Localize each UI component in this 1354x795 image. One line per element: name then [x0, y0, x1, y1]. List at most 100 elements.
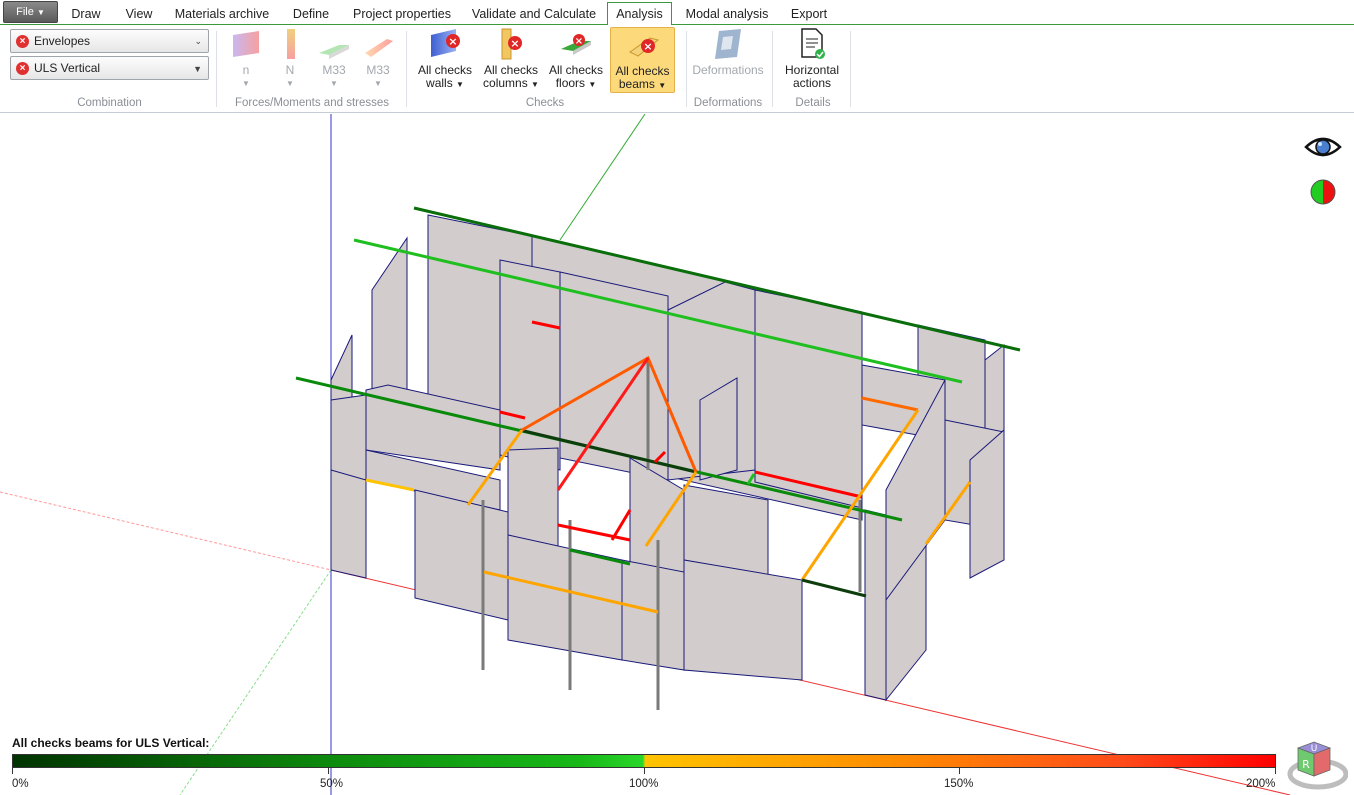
scale-tick [1275, 768, 1276, 774]
horizontal-actions-label-2: actions [792, 76, 832, 90]
horizontal-actions-button[interactable]: Horizontal actions [780, 27, 844, 93]
chevron-down-icon: ▼ [286, 79, 294, 88]
model-viewport[interactable] [0, 114, 1354, 795]
wall[interactable] [683, 559, 803, 681]
tab-export[interactable]: Export [785, 3, 833, 25]
eye-icon[interactable] [1304, 133, 1342, 161]
ribbon-separator [686, 31, 687, 107]
wall[interactable] [864, 509, 887, 701]
chevron-down-icon: ⌄ [194, 36, 202, 46]
beam[interactable] [610, 509, 632, 541]
column-check-icon: × [494, 27, 528, 61]
view-cube[interactable]: U R [1284, 738, 1349, 792]
floor-check-icon: × [559, 27, 593, 61]
moment-m33-stress-button[interactable]: M33 ▼ [358, 27, 398, 93]
floors-label-2: floors [555, 76, 586, 90]
legend-title: All checks beams for ULS Vertical: [12, 736, 210, 750]
cube-face-top: U [1311, 744, 1318, 754]
svg-text:×: × [643, 40, 652, 53]
ribbon-separator [850, 31, 851, 107]
chevron-down-icon: ▼ [330, 79, 338, 88]
chevron-down-icon: ▼ [658, 81, 667, 90]
ribbon: × Envelopes ⌄ × ULS Vertical ▼ Combinati… [0, 25, 1354, 113]
app-window: File ▼ Draw View Materials archive Defin… [0, 0, 1354, 795]
wall[interactable] [414, 489, 509, 621]
walls-group [330, 214, 1005, 702]
wall[interactable] [330, 469, 367, 579]
scale-tick [644, 768, 645, 774]
menu-tab-bar: File ▼ Draw View Materials archive Defin… [0, 0, 1354, 26]
scale-label-50: 50% [320, 778, 344, 790]
deformations-button[interactable]: Deformations [690, 27, 766, 93]
tab-validate-and-calculate[interactable]: Validate and Calculate [469, 3, 599, 25]
chevron-down-icon: ▼ [374, 79, 382, 88]
chevron-down-icon: ▼ [456, 80, 464, 89]
x-axis-negative [0, 491, 332, 571]
force-n-big-button[interactable]: N ▼ [274, 27, 306, 93]
beam-check-icon: × [626, 28, 660, 62]
deformations-button-label: Deformations [692, 63, 764, 77]
file-menu-label: File [16, 6, 34, 18]
svg-text:×: × [575, 36, 583, 47]
svg-text:×: × [510, 37, 519, 50]
wall[interactable] [683, 484, 769, 576]
model-3d-view[interactable] [0, 114, 1354, 795]
color-map-toggle-icon[interactable] [1310, 179, 1336, 205]
group-label-checks: Checks [525, 97, 565, 109]
scale-tick [959, 768, 960, 774]
scale-label-100: 100% [629, 778, 659, 790]
force-n-big-label: N [285, 63, 295, 77]
chevron-down-icon: ▼ [193, 64, 202, 74]
beam[interactable] [801, 578, 867, 598]
file-menu-button[interactable]: File ▼ [3, 1, 58, 23]
scale-label-150: 150% [944, 778, 974, 790]
force-n-small-label: n [242, 63, 250, 77]
ribbon-separator [772, 31, 773, 107]
tab-define[interactable]: Define [288, 3, 334, 25]
ratio-color-scale [12, 754, 1276, 768]
cube-face-front: R [1302, 758, 1310, 771]
tab-view[interactable]: View [120, 3, 158, 25]
load-combination-select[interactable]: × ULS Vertical ▼ [10, 56, 209, 80]
moment-green-icon [317, 27, 351, 61]
all-checks-beams-button[interactable]: × All checks beams ▼ [610, 27, 675, 93]
tab-modal-analysis[interactable]: Modal analysis [683, 3, 771, 25]
load-combination-value: ULS Vertical [34, 61, 101, 75]
all-checks-columns-button[interactable]: × All checks columns ▼ [480, 27, 542, 93]
wall[interactable] [507, 447, 559, 549]
group-label-forces: Forces/Moments and stresses [234, 97, 390, 109]
scale-tick [12, 768, 13, 774]
all-checks-walls-button[interactable]: × All checks walls ▼ [414, 27, 476, 93]
chevron-down-icon: ▼ [242, 79, 250, 88]
force-n-small-button[interactable]: n ▼ [226, 27, 266, 93]
error-icon: × [16, 62, 29, 75]
columns-label-2: columns [483, 76, 528, 90]
scale-label-200: 200% [1246, 778, 1276, 790]
envelopes-dropdown[interactable]: × Envelopes ⌄ [10, 29, 209, 53]
document-check-icon [795, 27, 829, 61]
error-icon: × [16, 35, 29, 48]
chevron-down-icon: ▼ [531, 80, 539, 89]
tab-materials-archive[interactable]: Materials archive [172, 3, 272, 25]
beams-label-2: beams [618, 77, 655, 91]
wall[interactable] [507, 534, 623, 661]
all-checks-floors-button[interactable]: × All checks floors ▼ [546, 27, 606, 93]
group-label-combination: Combination [77, 97, 142, 109]
moment-m33-label-a: M33 [322, 63, 346, 77]
tab-project-properties[interactable]: Project properties [349, 3, 455, 25]
axial-force-icon [274, 27, 308, 61]
wall[interactable] [621, 559, 685, 671]
tab-analysis[interactable]: Analysis [607, 2, 672, 26]
n-force-icon [229, 27, 263, 61]
moment-m33-beam-button[interactable]: M33 ▼ [313, 27, 355, 93]
chevron-down-icon: ▼ [36, 8, 45, 17]
stress-icon [361, 27, 395, 61]
moment-m33-label-b: M33 [366, 63, 390, 77]
y-axis-line [559, 114, 646, 241]
tab-draw[interactable]: Draw [68, 3, 104, 25]
walls-label-2: walls [426, 76, 453, 90]
scale-tick [328, 768, 329, 774]
group-label-deformations: Deformations [693, 97, 763, 109]
wall-check-icon: × [428, 27, 462, 61]
envelopes-label: Envelopes [34, 34, 91, 48]
